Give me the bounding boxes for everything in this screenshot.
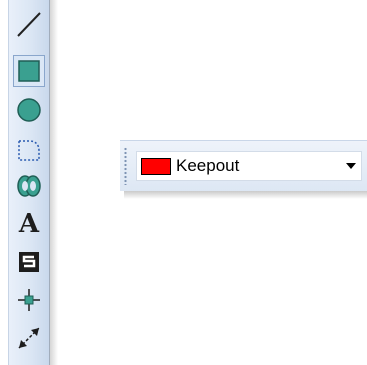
layer-color-swatch <box>141 157 171 175</box>
layer-dropdown[interactable]: Keepout <box>136 151 362 181</box>
circle-icon <box>16 97 42 123</box>
s-symbol-tool-button[interactable] <box>13 246 45 278</box>
rings-tool-button[interactable] <box>13 170 45 202</box>
layer-dropdown-label: Keepout <box>176 156 240 175</box>
toolbar-grip-handle[interactable] <box>124 147 127 185</box>
s-symbol-icon <box>17 250 41 274</box>
dropdown-arrow-icon[interactable] <box>341 152 361 180</box>
layer-toolbar: Keepout <box>120 140 367 199</box>
dimension-tool-button[interactable] <box>13 322 45 354</box>
crosshair-tool-button[interactable] <box>13 284 45 316</box>
text-tool-button[interactable]: A <box>13 208 45 240</box>
polygon-icon <box>16 137 42 163</box>
circle-tool-button[interactable] <box>13 94 45 126</box>
dimension-icon <box>15 324 43 352</box>
line-icon <box>15 10 43 38</box>
crosshair-icon <box>16 287 42 313</box>
rings-icon <box>15 173 43 199</box>
polygon-tool-button[interactable] <box>13 134 45 166</box>
rectangle-tool-button[interactable] <box>13 55 45 87</box>
rectangle-icon <box>17 59 41 83</box>
text-icon: A <box>18 209 40 239</box>
line-tool-button[interactable] <box>13 8 45 40</box>
drawing-toolbar: A <box>8 0 58 365</box>
